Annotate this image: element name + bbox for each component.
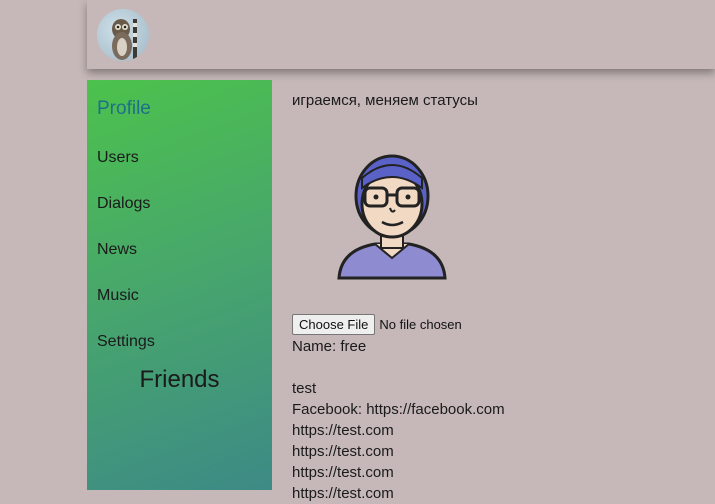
sidebar-item-profile[interactable]: Profile — [97, 98, 151, 120]
contact-link: https://test.com — [292, 422, 394, 439]
contact-link: https://test.com — [292, 464, 394, 481]
lemur-avatar-image — [112, 19, 137, 60]
sidebar-item-news[interactable]: News — [97, 241, 137, 259]
contact-facebook: Facebook: https://facebook.com — [292, 401, 505, 418]
sidebar-item-users[interactable]: Users — [97, 149, 139, 167]
choose-file-button[interactable]: Choose File — [292, 314, 376, 335]
avatar[interactable] — [97, 9, 149, 61]
sidebar-item-dialogs[interactable]: Dialogs — [97, 195, 150, 213]
contact-link: https://test.com — [292, 485, 394, 502]
file-status: No file chosen — [379, 317, 462, 332]
profile-photo — [337, 154, 447, 280]
profile-about: test — [292, 380, 317, 397]
header — [87, 0, 715, 69]
sidebar-item-settings[interactable]: Settings — [97, 333, 155, 351]
photo-upload: Choose File No file chosen — [292, 314, 462, 335]
profile-name: Name: free — [292, 338, 367, 355]
sidebar-item-music[interactable]: Music — [97, 287, 139, 305]
sidebar: Profile Users Dialogs News Music Setting… — [87, 80, 272, 490]
friends-title: Friends — [139, 366, 220, 393]
contact-link: https://test.com — [292, 443, 394, 460]
profile-status[interactable]: играемся, меняем статусы — [292, 90, 478, 111]
